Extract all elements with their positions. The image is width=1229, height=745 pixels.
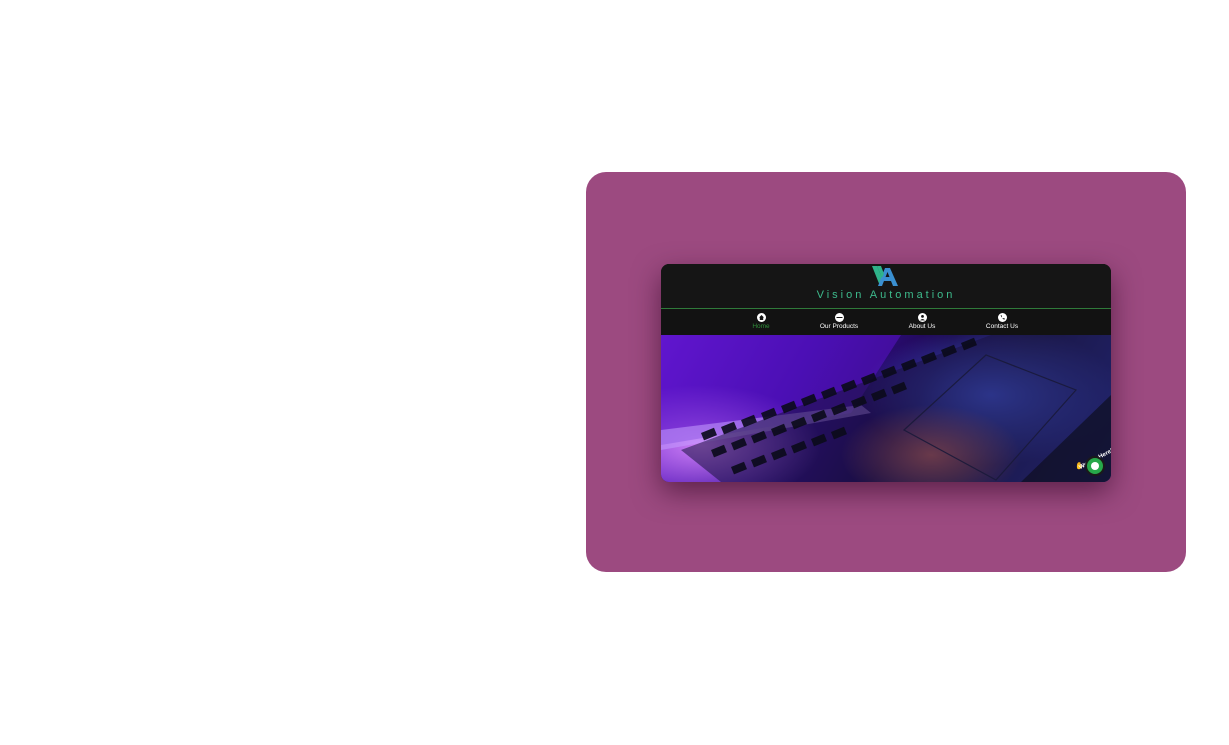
website-preview: Vision Automation Home Our Products Abou… [661, 264, 1111, 482]
nav-item-home[interactable]: Home [726, 313, 796, 330]
nav-item-contact[interactable]: Contact Us [967, 313, 1037, 330]
phone-icon [997, 313, 1007, 322]
preview-card: Vision Automation Home Our Products Abou… [586, 172, 1186, 572]
user-icon [917, 313, 927, 322]
laptop-illustration [661, 335, 1111, 482]
nav-label-products: Our Products [819, 323, 859, 330]
va-logo-icon[interactable] [872, 266, 898, 286]
nav-item-about[interactable]: About Us [887, 313, 957, 330]
nav-label-contact: Contact Us [985, 323, 1019, 330]
hero-image: ✋ We Are Here! [661, 335, 1111, 482]
products-icon [834, 313, 844, 322]
site-header: Vision Automation [661, 264, 1111, 309]
nav-label-home: Home [752, 323, 770, 330]
brand-name: Vision Automation [816, 289, 956, 301]
nav-item-products[interactable]: Our Products [804, 313, 874, 330]
chat-widget[interactable]: ✋ We Are Here! [1071, 448, 1111, 478]
home-icon [756, 313, 766, 322]
nav-label-about: About Us [908, 323, 936, 330]
main-nav: Home Our Products About Us Contact Us [661, 309, 1111, 335]
chat-bubble-icon[interactable] [1085, 456, 1105, 476]
